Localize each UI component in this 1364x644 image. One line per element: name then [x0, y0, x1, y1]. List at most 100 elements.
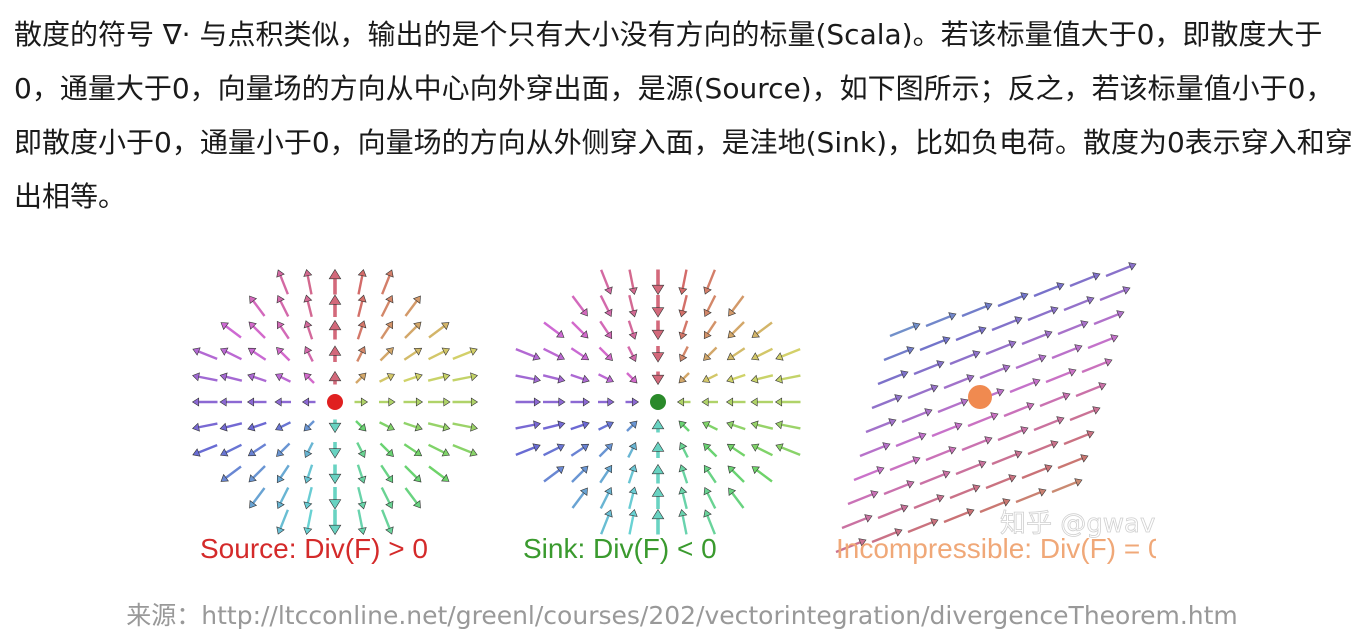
- body-paragraph: 散度的符号 ∇· 与点积类似，输出的是个只有大小没有方向的标量(Scala)。若…: [14, 8, 1354, 224]
- field-arrow: [252, 300, 266, 317]
- field-arrowhead: [750, 374, 759, 384]
- field-arrow: [781, 348, 801, 358]
- field-arrow: [355, 376, 363, 384]
- field-arrow: [949, 487, 975, 500]
- field-arrowhead: [651, 329, 665, 341]
- field-arrow: [1015, 491, 1041, 504]
- field-arrowhead: [470, 397, 479, 407]
- field-arrow: [280, 442, 291, 453]
- field-arrow: [1009, 381, 1035, 394]
- field-arrow: [357, 486, 364, 504]
- field-arrow: [225, 325, 242, 339]
- field-arrowhead: [678, 287, 688, 295]
- vector-field-image: Source: Div(F) > 0 Sink: Div(F) < 0 Incomp…: [191, 262, 1156, 564]
- field-arrowhead: [246, 397, 255, 407]
- watermark-text: 知乎 @gwave: [1000, 509, 1156, 539]
- field-arrow: [280, 351, 291, 362]
- field-arrow: [955, 329, 981, 342]
- field-arrow: [542, 347, 560, 358]
- field-arrow: [1057, 323, 1083, 336]
- field-arrow: [356, 326, 364, 340]
- field-arrow: [252, 443, 267, 454]
- field-arrow: [515, 423, 535, 430]
- field-arrow: [961, 305, 987, 318]
- field-arrow: [380, 464, 391, 479]
- field-arrow: [1063, 299, 1089, 312]
- field-arrow: [403, 421, 417, 429]
- field-arrow: [356, 464, 364, 478]
- field-arrowhead: [414, 422, 423, 432]
- field-arrow: [706, 320, 717, 335]
- field-arrowhead: [651, 307, 665, 318]
- field-arrow: [628, 269, 635, 289]
- field-arrow: [847, 493, 873, 506]
- field-arrow: [865, 421, 891, 434]
- field-arrow: [598, 447, 609, 458]
- field-arrow: [306, 275, 313, 295]
- field-arrow: [1105, 265, 1131, 278]
- field-arrowhead: [581, 374, 590, 384]
- field-arrow: [706, 269, 716, 289]
- field-arrow: [403, 443, 418, 454]
- field-arrow: [1081, 361, 1107, 374]
- field-arrowhead: [328, 345, 342, 356]
- field-arrow: [907, 387, 933, 400]
- field-arrowhead: [651, 374, 665, 386]
- field-arrow: [1027, 309, 1053, 322]
- field-arrow: [452, 444, 472, 454]
- field-arrow: [979, 367, 1005, 380]
- field-arrow: [919, 339, 945, 352]
- field-arrow: [403, 350, 418, 361]
- field-arrow: [681, 447, 689, 459]
- field-arrow: [1051, 347, 1077, 360]
- field-arrow: [542, 446, 560, 457]
- field-arrow: [919, 473, 945, 486]
- field-arrow: [252, 487, 266, 504]
- field-arrow: [707, 346, 718, 357]
- field-arrow: [967, 415, 993, 428]
- field-arrow: [901, 411, 927, 424]
- field-arrowhead: [303, 501, 313, 510]
- field-arrowhead: [607, 397, 615, 407]
- field-arrow: [225, 375, 243, 382]
- field-arrow: [706, 469, 717, 484]
- field-arrow: [597, 373, 609, 381]
- field-arrowhead: [581, 420, 590, 430]
- field-panel-source: Source: Div(F) > 0: [191, 268, 479, 564]
- field-arrowhead: [726, 374, 735, 384]
- field-arrowhead: [357, 294, 367, 303]
- field-arrow: [404, 325, 418, 339]
- field-arrowhead: [678, 309, 688, 318]
- field-arrowhead: [775, 374, 783, 384]
- field-arrow: [225, 465, 242, 479]
- divergence-figure: Source: Div(F) > 0 Sink: Div(F) < 0 Incomp…: [180, 252, 1156, 580]
- field-arrow: [955, 463, 981, 476]
- field-arrowhead: [628, 331, 638, 340]
- field-arrow: [357, 509, 364, 529]
- field-arrow: [1021, 333, 1047, 346]
- field-arrow: [598, 346, 609, 357]
- field-arrow: [731, 295, 745, 312]
- field-arrow: [1087, 337, 1113, 350]
- field-arrow: [279, 275, 289, 295]
- field-arrowhead: [557, 420, 566, 430]
- center-point-source: [327, 394, 343, 410]
- field-arrowhead: [328, 499, 342, 510]
- field-arrow: [279, 509, 289, 529]
- field-arrow: [1093, 313, 1119, 326]
- field-arrow: [706, 515, 716, 535]
- field-arrow: [706, 294, 717, 312]
- field-arrow: [682, 372, 690, 380]
- field-arrowhead: [357, 501, 367, 510]
- field-arrow: [883, 349, 909, 362]
- panel-label-source: Source: Div(F) > 0: [200, 533, 428, 564]
- field-arrowhead: [415, 397, 424, 407]
- field-arrow: [600, 515, 610, 535]
- field-arrowhead: [357, 269, 367, 277]
- field-arrow: [626, 424, 634, 432]
- field-arrowhead: [631, 397, 640, 407]
- caption-url: http://ltcconline.net/greenl/courses/202…: [201, 601, 1238, 630]
- caption-prefix: 来源：: [126, 601, 202, 630]
- field-arrow: [307, 376, 315, 384]
- field-arrow: [997, 429, 1023, 442]
